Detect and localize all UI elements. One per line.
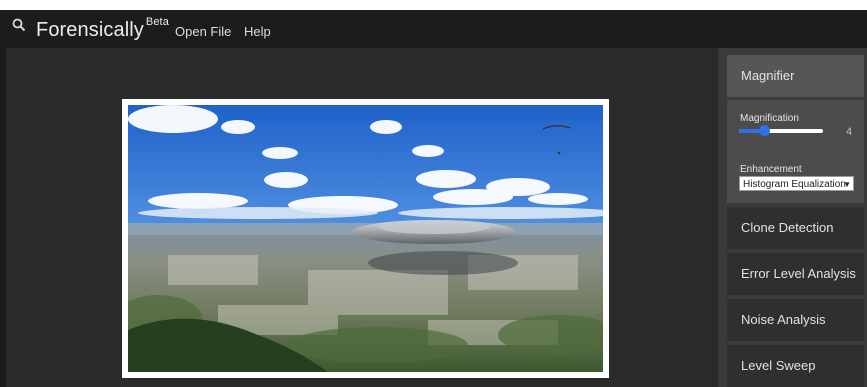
window-top-strip [0,0,867,10]
enhancement-label: Enhancement [740,164,802,175]
tool-level-sweep-button[interactable]: Level Sweep [727,345,864,387]
enhancement-selected-value: Histogram Equalization [743,179,846,190]
workspace-left-edge [0,48,6,387]
menu-help[interactable]: Help [244,24,271,39]
photo-ufo-over-city[interactable] [128,105,603,372]
top-bar: Forensically Beta Open File Help [0,10,867,48]
magnification-value: 4 [846,126,853,138]
enhancement-select[interactable]: Histogram Equalization ▼ [739,176,854,191]
slider-thumb[interactable] [759,125,770,136]
tool-magnifier-button[interactable]: Magnifier [727,55,864,97]
photo-canvas [128,105,603,372]
app-title: Forensically Beta [36,16,169,42]
tool-error-level-analysis-button[interactable]: Error Level Analysis [727,253,864,295]
magnification-slider[interactable] [739,125,823,136]
tool-clone-detection-button[interactable]: Clone Detection [727,207,864,249]
image-frame [122,99,609,378]
tool-noise-analysis-button[interactable]: Noise Analysis [727,299,864,341]
beta-badge: Beta [145,16,169,29]
menu-open-file[interactable]: Open File [175,24,231,39]
magnification-label: Magnification [740,113,799,124]
app-name: Forensically [36,19,144,41]
magnifier-options: Magnification 4 Enhancement Histogram Eq… [727,100,864,203]
forensically-app: Forensically Beta Open File Help Magnifi… [0,0,867,387]
search-icon[interactable] [12,18,26,32]
chevron-down-icon: ▼ [843,180,851,189]
